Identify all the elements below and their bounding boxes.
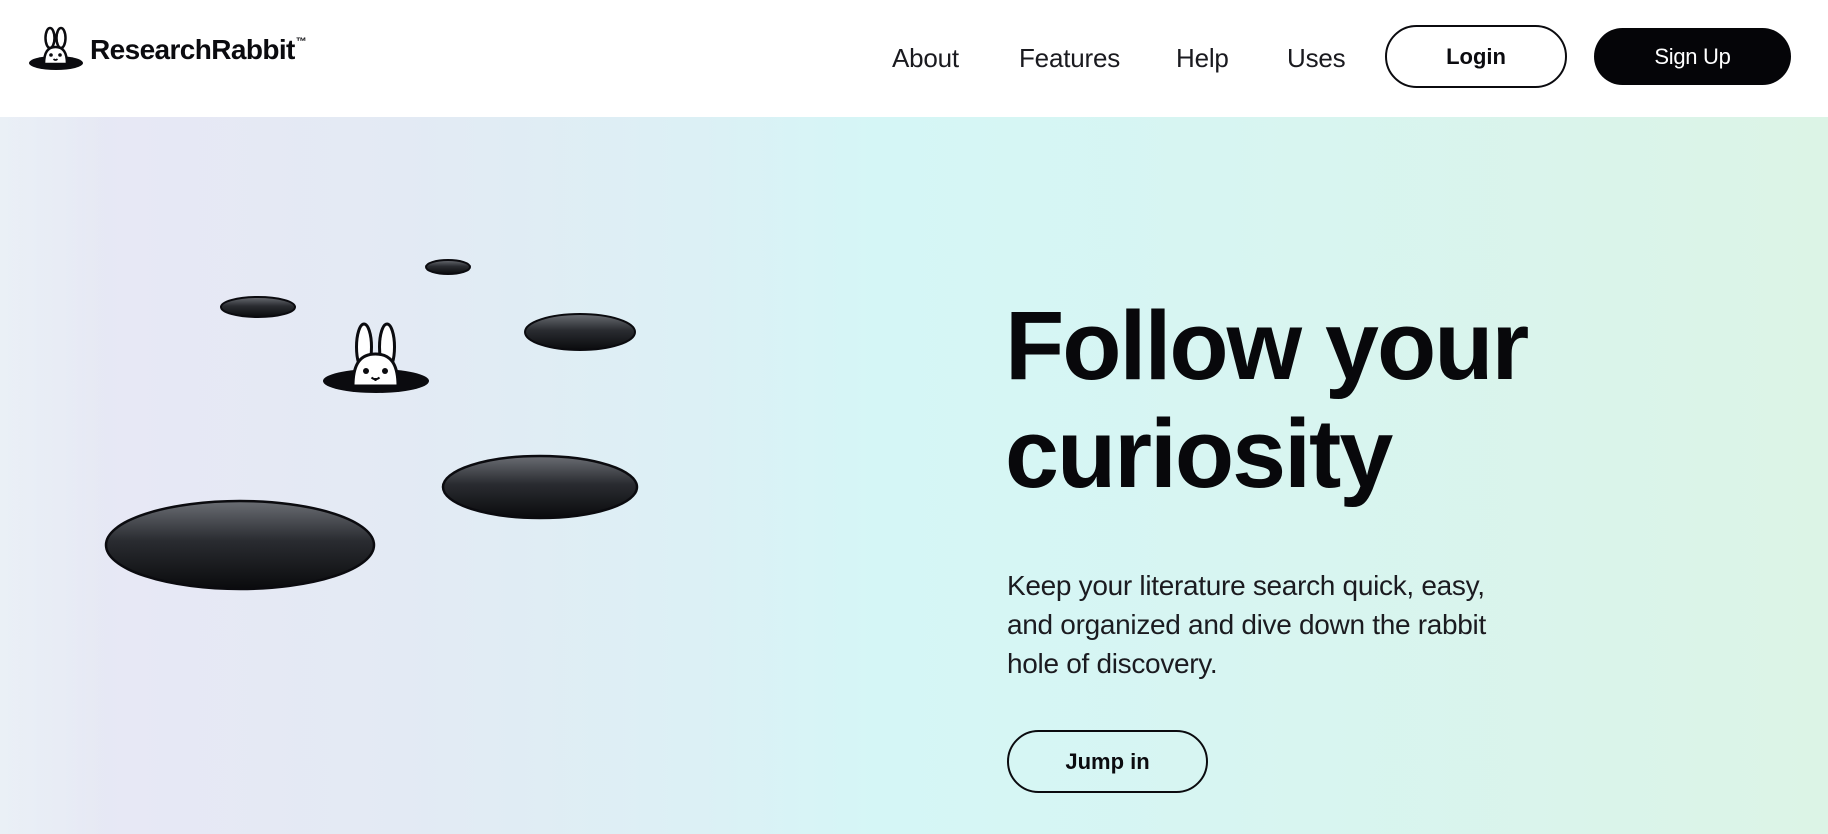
site-header: ResearchRabbit ™ About Features Help Use…	[0, 0, 1828, 117]
hero-title: Follow your curiosity	[1005, 291, 1529, 508]
nav-link-uses[interactable]: Uses	[1287, 40, 1346, 76]
login-button[interactable]: Login	[1385, 25, 1567, 88]
rabbit-hole-small	[220, 296, 296, 318]
nav-link-features[interactable]: Features	[1019, 40, 1120, 76]
rabbit-peeking-icon	[351, 322, 400, 388]
hero-subtitle: Keep your literature search quick, easy,…	[1007, 570, 1486, 679]
nav-link-about[interactable]: About	[892, 40, 959, 76]
trademark-symbol: ™	[295, 36, 307, 48]
rabbit-hole-tiny	[425, 259, 471, 275]
jump-in-button[interactable]: Jump in	[1007, 730, 1208, 793]
brand-name: ResearchRabbit	[90, 34, 295, 65]
brand-logo-link[interactable]: ResearchRabbit ™	[26, 26, 307, 74]
rabbit-hole-large	[441, 454, 639, 520]
rabbit-logo-icon	[29, 26, 83, 70]
rabbit-hole-largest	[104, 499, 376, 591]
rabbit-holes-illustration	[104, 259, 639, 591]
signup-button[interactable]: Sign Up	[1594, 28, 1791, 85]
hero-section: Follow your curiosity Keep your literatu…	[0, 117, 1828, 834]
nav-link-help[interactable]: Help	[1176, 40, 1229, 76]
rabbit-hole-medium	[524, 313, 636, 351]
